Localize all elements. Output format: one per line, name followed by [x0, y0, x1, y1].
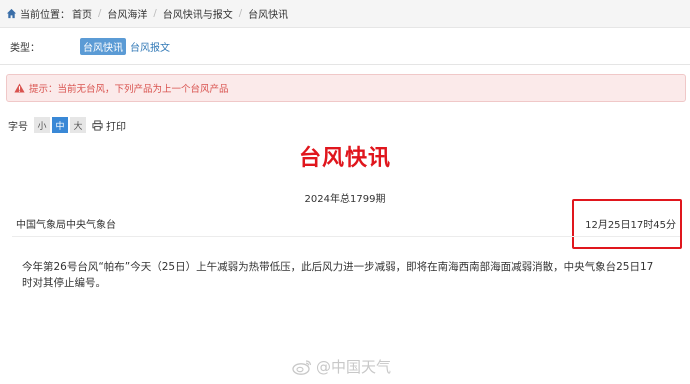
type-tag-typhoon-flash[interactable]: 台风快讯 [80, 37, 126, 55]
home-icon [6, 8, 17, 19]
document-body: 今年第26号台风“帕布”今天（25日）上午减弱为热带低压，此后风力进一步减弱，即… [22, 261, 654, 289]
type-label: 类型： [10, 42, 40, 54]
warning-icon [14, 83, 25, 93]
print-label: 打印 [106, 121, 126, 133]
breadcrumb-prefix: 当前位置： [20, 10, 70, 21]
breadcrumb-current[interactable]: 台风快讯 [248, 6, 288, 21]
alert-text: 提示：当前无台风，下列产品为上一个台风产品 [29, 84, 229, 95]
breadcrumb: 当前位置： 首页 / 台风海洋 / 台风快讯与报文 / 台风快讯 [0, 0, 690, 28]
font-size-medium-button[interactable]: 中 [52, 117, 68, 133]
printer-icon [92, 119, 103, 131]
breadcrumb-typhoon-ocean[interactable]: 台风海洋 [107, 6, 147, 21]
breadcrumb-typhoon-bulletins[interactable]: 台风快讯与报文 [163, 6, 233, 21]
watermark-text: @中国天气 [316, 358, 392, 376]
print-button[interactable]: 打印 [92, 118, 126, 133]
alert-banner: 提示：当前无台风，下列产品为上一个台风产品 [6, 74, 686, 102]
breadcrumb-home[interactable]: 首页 [72, 6, 92, 21]
divider [12, 236, 680, 237]
breadcrumb-separator: / [98, 8, 102, 19]
document-issuer: 中国气象局中央气象台 [16, 220, 116, 231]
breadcrumb-separator: / [153, 8, 157, 19]
watermark: @中国天气 [292, 356, 391, 377]
type-link-typhoon-report[interactable]: 台风报文 [130, 39, 170, 54]
divider [0, 64, 690, 65]
type-filter: 类型： 台风快讯 台风报文 [10, 37, 170, 55]
breadcrumb-separator: / [238, 8, 243, 19]
font-size-controls: 字号 小 中 大 打印 [8, 117, 126, 133]
weibo-icon [292, 359, 312, 375]
font-size-label: 字号 [8, 121, 28, 133]
font-size-large-button[interactable]: 大 [70, 117, 86, 133]
time-highlight-box [572, 199, 682, 249]
document-title: 台风快讯 [298, 146, 391, 171]
font-size-small-button[interactable]: 小 [34, 117, 50, 133]
